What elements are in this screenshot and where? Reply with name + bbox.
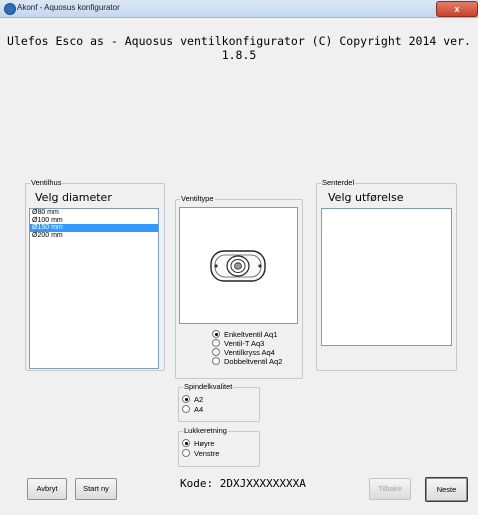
radio-enkeltventil[interactable]: Enkeltventil Aq1: [212, 330, 277, 339]
radio-label: A2: [194, 395, 204, 404]
kode-text: Kode: 2DXJXXXXXXXXA: [180, 477, 306, 490]
radio-ventilkryss[interactable]: Ventilkryss Aq4: [212, 348, 275, 357]
radio-button[interactable]: [212, 357, 220, 366]
list-item[interactable]: Ø200 mm: [30, 232, 158, 240]
radio-hoyre[interactable]: Høyre: [182, 439, 214, 448]
radio-label: A4: [194, 405, 204, 414]
radio-label: Dobbeltventil Aq2: [224, 357, 283, 366]
ventilhus-heading: Velg diameter: [35, 191, 112, 204]
list-item[interactable]: Ø100 mm: [30, 217, 158, 225]
radio-button[interactable]: [182, 405, 190, 414]
ventiltype-legend: Ventiltype: [180, 194, 215, 204]
radio-button[interactable]: [182, 449, 190, 458]
radio-button[interactable]: [212, 348, 220, 357]
header-copyright: Ulefos Esco as - Aquosus ventilkonfigura…: [7, 34, 471, 62]
radio-venstre[interactable]: Venstre: [182, 449, 219, 458]
radio-button[interactable]: [212, 330, 220, 339]
radio-label: Enkeltventil Aq1: [224, 330, 278, 339]
close-button[interactable]: x: [436, 1, 478, 17]
radio-a4[interactable]: A4: [182, 405, 203, 414]
radio-a2[interactable]: A2: [182, 395, 203, 404]
window-title: Akonf - Aquosus konfigurator: [17, 3, 120, 12]
radio-label: Ventilkryss Aq4: [224, 348, 275, 357]
avbryt-button[interactable]: Avbryt: [27, 478, 67, 500]
diameter-listbox[interactable]: Ø80 mm Ø100 mm Ø150 mm Ø200 mm: [29, 208, 159, 369]
start-ny-button[interactable]: Start ny: [75, 478, 117, 500]
title-bar: Akonf - Aquosus konfigurator x: [0, 0, 478, 18]
radio-button[interactable]: [182, 395, 190, 404]
radio-ventil-t[interactable]: Ventil-T Aq3: [212, 339, 264, 348]
valve-image: [210, 250, 266, 282]
senterdel-heading: Velg utførelse: [328, 191, 404, 204]
radio-button[interactable]: [212, 339, 220, 348]
radio-button[interactable]: [182, 439, 190, 448]
valve-image-box: [179, 207, 298, 324]
ventilhus-legend: Ventilhus: [30, 178, 63, 188]
lukkeretning-legend: Lukkeretning: [183, 426, 228, 436]
spindelkvalitet-legend: Spindelkvalitet: [183, 382, 234, 392]
senterdel-legend: Senterdel: [321, 178, 356, 188]
app-icon: [4, 3, 16, 15]
radio-dobbeltventil[interactable]: Dobbeltventil Aq2: [212, 357, 282, 366]
radio-label: Venstre: [194, 449, 220, 458]
neste-button[interactable]: Neste: [425, 477, 468, 502]
radio-label: Høyre: [194, 439, 215, 448]
list-item-selected[interactable]: Ø150 mm: [30, 224, 158, 232]
radio-label: Ventil-T Aq3: [224, 339, 265, 348]
list-item[interactable]: Ø80 mm: [30, 209, 158, 217]
utforelse-listbox[interactable]: [321, 208, 452, 346]
tilbake-button[interactable]: Tilbake: [369, 478, 411, 500]
